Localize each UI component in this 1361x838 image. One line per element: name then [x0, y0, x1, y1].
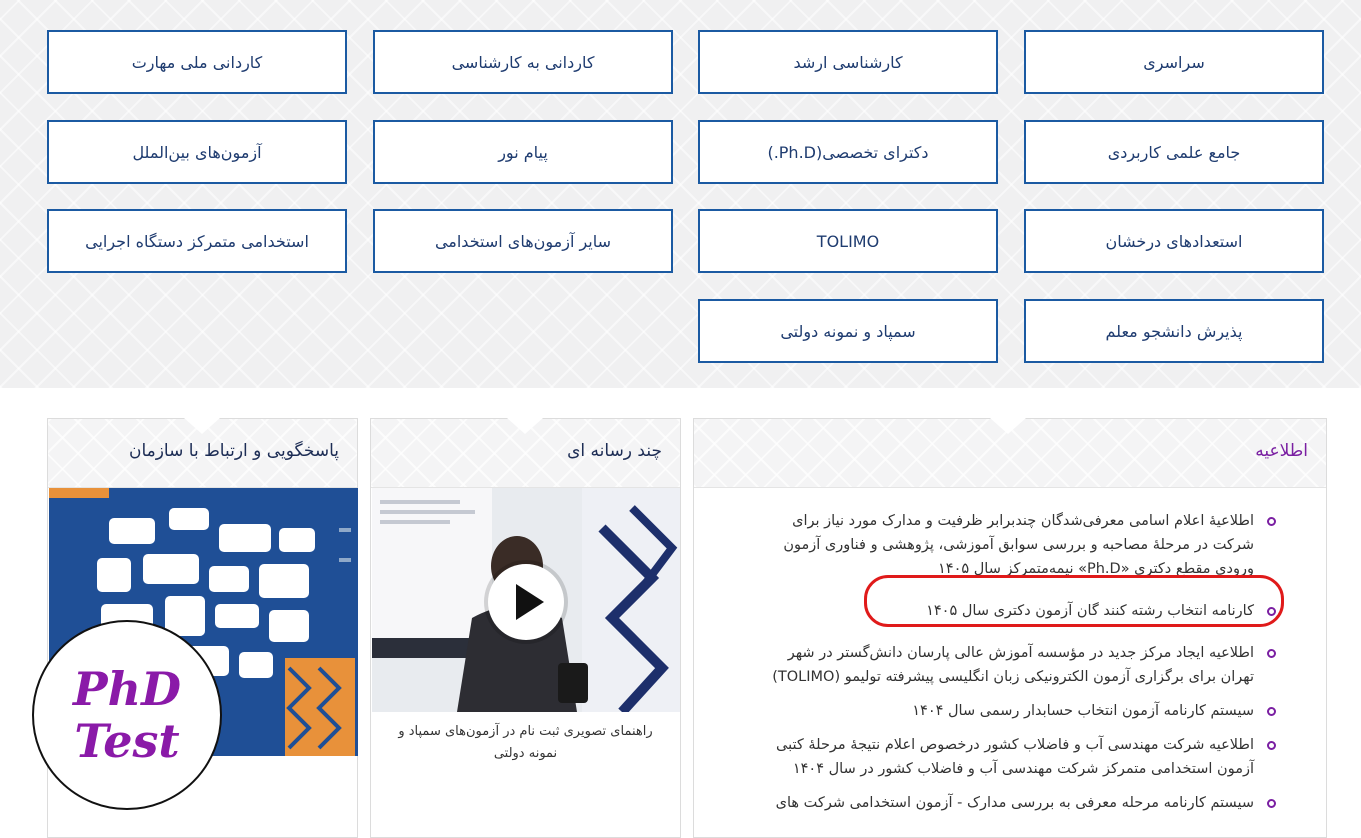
list-item[interactable]: اطلاعیه ایجاد مرکز جدید در مؤسسه آموزش ع… [756, 641, 1276, 689]
announcement-link[interactable]: اطلاعیه ایجاد مرکز جدید در مؤسسه آموزش ع… [772, 645, 1254, 685]
bullet-icon [1267, 649, 1276, 658]
bullet-icon [1267, 517, 1276, 526]
list-item[interactable]: سیستم کارنامه مرحله معرفی به بررسی مدارک… [756, 791, 1276, 815]
category-button-national-skill[interactable]: کاردانی ملی مهارت [47, 30, 347, 94]
category-button-international[interactable]: آزمون‌های بین‌الملل [47, 120, 347, 184]
category-button-associate-to-bachelor[interactable]: کاردانی به کارشناسی [373, 30, 673, 94]
announcements-list: اطلاعیۀ اعلام اسامی معرفی‌شدگان چندبرابر… [756, 509, 1276, 825]
category-button-talents[interactable]: استعدادهای درخشان [1024, 209, 1324, 273]
phd-test-badge: PhD Test [32, 620, 222, 810]
category-button-executive-employment[interactable]: استخدامی متمرکز دستگاه اجرایی [47, 209, 347, 273]
contact-title: پاسخگویی و ارتباط با سازمان [128, 441, 339, 461]
announcements-title: اطلاعیه [1255, 441, 1308, 461]
announcement-link[interactable]: کارنامه انتخاب رشته کنند گان آزمون دکتری… [926, 603, 1254, 619]
announcements-list-viewport: اطلاعیۀ اعلام اسامی معرفی‌شدگان چندبرابر… [694, 487, 1326, 837]
list-item[interactable]: اطلاعیه شرکت مهندسی آب و فاضلاب کشور درخ… [756, 733, 1276, 781]
bullet-icon [1267, 607, 1276, 616]
list-item[interactable]: سیستم کارنامه آزمون انتخاب حسابدار رسمی … [756, 699, 1276, 723]
announcement-link[interactable]: سیستم کارنامه مرحله معرفی به بررسی مدارک… [776, 795, 1254, 811]
category-button-sampad[interactable]: سمپاد و نمونه دولتی [698, 299, 998, 363]
badge-line-2: Test [74, 714, 180, 768]
video-caption[interactable]: راهنمای تصویری ثبت نام در آزمون‌های سمپا… [383, 721, 668, 765]
announcements-panel: اطلاعیه اطلاعیۀ اعلام اسامی معرفی‌شدگان … [693, 418, 1327, 838]
play-button[interactable] [488, 564, 564, 640]
category-button-other-employment[interactable]: سایر آزمون‌های استخدامی [373, 209, 673, 273]
panel-notch [507, 418, 543, 434]
announcement-link[interactable]: اطلاعیه شرکت مهندسی آب و فاضلاب کشور درخ… [776, 737, 1254, 777]
category-button-teacher-student[interactable]: پذیرش دانشجو معلم [1024, 299, 1324, 363]
panel-notch [184, 418, 220, 434]
panel-notch [990, 418, 1026, 434]
category-button-phd[interactable]: دکترای تخصصی(Ph.D.) [698, 120, 998, 184]
list-item[interactable]: کارنامه انتخاب رشته کنند گان آزمون دکتری… [756, 599, 1276, 623]
bullet-icon [1267, 799, 1276, 808]
category-button-masters[interactable]: کارشناسی ارشد [698, 30, 998, 94]
multimedia-title: چند رسانه ای [567, 441, 662, 461]
video-thumbnail[interactable] [372, 488, 680, 712]
badge-line-1: PhD [73, 662, 181, 716]
category-button-applied-science[interactable]: جامع علمی کاربردی [1024, 120, 1324, 184]
multimedia-panel: چند رسانه ای راهنمای تصویری ثبت نام در آ… [370, 418, 681, 838]
category-button-tolimo[interactable]: TOLIMO [698, 209, 998, 273]
bullet-icon [1267, 741, 1276, 750]
announcement-link[interactable]: اطلاعیۀ اعلام اسامی معرفی‌شدگان چندبرابر… [783, 513, 1254, 577]
exam-category-section: سراسری کارشناسی ارشد کاردانی به کارشناسی… [0, 0, 1361, 388]
play-icon [516, 584, 544, 620]
announcement-link[interactable]: سیستم کارنامه آزمون انتخاب حسابدار رسمی … [912, 703, 1254, 719]
category-button-sarasari[interactable]: سراسری [1024, 30, 1324, 94]
list-item[interactable]: اطلاعیۀ اعلام اسامی معرفی‌شدگان چندبرابر… [756, 509, 1276, 581]
category-button-payame-noor[interactable]: پیام نور [373, 120, 673, 184]
bullet-icon [1267, 707, 1276, 716]
